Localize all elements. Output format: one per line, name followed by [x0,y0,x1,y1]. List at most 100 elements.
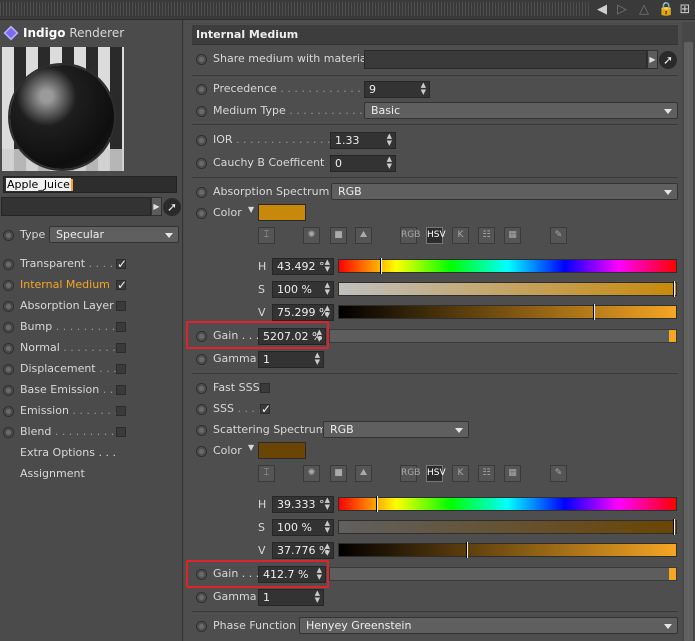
channel-item-bump[interactable]: Bump . . . . . . . . . . [20,320,122,334]
abs-color-swatch[interactable] [258,204,306,221]
scat-gamma-radio[interactable] [196,592,207,603]
link-arrow-button[interactable]: ▶ [151,197,162,216]
scrollbar-thumb[interactable] [684,42,693,641]
scat-image-icon[interactable]: ⛰ [355,465,372,482]
scat-color-expand-icon[interactable]: ▼ [248,441,254,455]
abs-image-icon[interactable]: ⛰ [355,227,372,244]
abs-kelvin-mode-button[interactable]: K [452,227,469,244]
channel-checkbox-normal[interactable] [116,343,126,353]
channel-checkbox-internal-medium[interactable]: ✓ [116,279,127,291]
new-panel-icon[interactable]: ⊞ [677,2,693,18]
scat-shader-icon[interactable]: ✺ [303,465,320,482]
abs-texture-icon[interactable]: ⌶ [258,227,275,244]
abs-s-input[interactable]: 100 % ▲ ▼ [272,281,334,298]
scat-gamma-input[interactable]: 1 ▲ ▼ [258,589,324,606]
scat-v-input[interactable]: 37.776 % ▲ ▼ [272,542,334,559]
channel-radio-blend[interactable] [3,427,14,438]
ior-input[interactable]: 1.33 ▲ ▼ [330,132,396,149]
channel-checkbox-transparent[interactable]: ✓ [116,258,127,270]
medium-type-radio[interactable] [196,106,207,117]
abs-h-input[interactable]: 43.492 ° ▲ ▼ [272,258,334,275]
channel-checkbox-blend[interactable] [116,427,126,437]
scat-color-radio[interactable] [196,446,207,457]
scat-saturation-slider[interactable] [338,519,677,535]
scat-eyedropper-icon[interactable]: ✎ [550,465,567,482]
type-radio[interactable] [3,230,14,241]
channel-radio-absorption-layer[interactable] [3,301,14,312]
channel-radio-normal[interactable] [3,343,14,354]
channel-checkbox-bump[interactable] [116,322,126,332]
phase-function-radio[interactable] [196,621,207,632]
abs-rgb-mode-button[interactable]: RGB [400,227,420,244]
channel-radio-internal-medium[interactable] [3,280,14,291]
channel-item-displacement[interactable]: Displacement . . . [20,362,117,376]
scat-layer-icon[interactable]: ■ [330,465,347,482]
channel-item-transparent[interactable]: Transparent . . . . . [20,257,120,271]
panel-scrollbar[interactable] [682,22,695,641]
phase-function-dropdown[interactable]: Henyey Greenstein [299,617,678,634]
channel-item-base-emission[interactable]: Base Emission . . . [20,383,120,397]
abs-gain-input[interactable]: 5207.02 % ▲ ▼ [258,328,326,345]
abs-hue-slider[interactable] [338,258,677,274]
scat-s-input[interactable]: 100 % ▲ ▼ [272,519,334,536]
material-name-field[interactable]: Apple_Juice [3,176,177,193]
abs-eyedropper-icon[interactable]: ✎ [550,227,567,244]
channel-item-absorption-layer[interactable]: Absorption Layer [20,299,114,313]
scat-gain-input[interactable]: 412.7 % ▲ ▼ [258,566,326,583]
type-dropdown[interactable]: Specular [49,226,179,243]
scat-swatches-icon[interactable]: ▦ [504,465,521,482]
fast-sss-radio[interactable] [196,383,207,394]
abs-color-expand-icon[interactable]: ▼ [248,203,254,217]
abs-hsv-mode-button[interactable]: HSV [426,227,446,244]
channel-radio-bump[interactable] [3,322,14,333]
abs-color-radio[interactable] [196,208,207,219]
abs-mixer-icon[interactable]: ☷ [478,227,495,244]
sss-radio[interactable] [196,404,207,415]
channel-radio-displacement[interactable] [3,364,14,375]
channel-radio-emission[interactable] [3,406,14,417]
share-radio[interactable] [196,54,207,65]
abs-value-slider[interactable] [338,304,677,320]
share-arrow-button[interactable]: ▶ [647,50,658,69]
abs-gain-slider[interactable] [329,329,677,343]
medium-type-dropdown[interactable]: Basic [364,102,678,119]
scat-h-input[interactable]: 39.333 ° ▲ ▼ [272,496,334,513]
material-preview[interactable] [2,47,124,171]
channel-radio-transparent[interactable] [3,259,14,270]
ior-radio[interactable] [196,135,207,146]
scat-mixer-icon[interactable]: ☷ [478,465,495,482]
absorption-radio[interactable] [196,187,207,198]
material-link-field[interactable] [1,197,151,216]
cauchy-input[interactable]: 0 ▲ ▼ [330,155,396,172]
channel-checkbox-absorption-layer[interactable] [116,301,126,311]
scat-value-slider[interactable] [338,542,677,558]
scat-hsv-mode-button[interactable]: HSV [426,465,446,482]
abs-saturation-slider[interactable] [338,281,677,297]
sss-checkbox[interactable]: ✓ [260,403,271,415]
scat-gain-radio[interactable] [196,569,207,580]
channel-radio-base-emission[interactable] [3,385,14,396]
up-arrow-icon[interactable]: △ [636,2,652,18]
precedence-radio[interactable] [196,84,207,95]
channel-item-normal[interactable]: Normal . . . . . . . . . [20,341,123,355]
forward-arrow-icon[interactable]: ▷ [614,2,630,18]
channel-item-internal-medium[interactable]: Internal Medium [20,278,110,292]
extra-options-link[interactable]: Extra Options . . . [20,446,116,460]
cauchy-radio[interactable] [196,158,207,169]
abs-layer-icon[interactable]: ■ [330,227,347,244]
channel-checkbox-base-emission[interactable] [116,385,126,395]
scat-color-swatch[interactable] [258,442,306,459]
precedence-input[interactable]: 9 ▲ ▼ [364,81,430,98]
scat-texture-icon[interactable]: ⌶ [258,465,275,482]
back-arrow-icon[interactable]: ◀ [594,2,610,18]
channel-checkbox-displacement[interactable] [116,364,126,374]
channel-item-emission[interactable]: Emission . . . . . . . [20,404,118,418]
scat-rgb-mode-button[interactable]: RGB [400,465,420,482]
abs-shader-icon[interactable]: ✺ [303,227,320,244]
abs-gain-radio[interactable] [196,331,207,342]
channel-item-blend[interactable]: Blend . . . . . . . . . . [20,425,121,439]
share-medium-field[interactable] [364,50,647,69]
share-pick-cursor-icon[interactable]: ➚ [659,51,677,69]
scattering-spectrum-dropdown[interactable]: RGB [323,421,469,438]
abs-gamma-radio[interactable] [196,354,207,365]
